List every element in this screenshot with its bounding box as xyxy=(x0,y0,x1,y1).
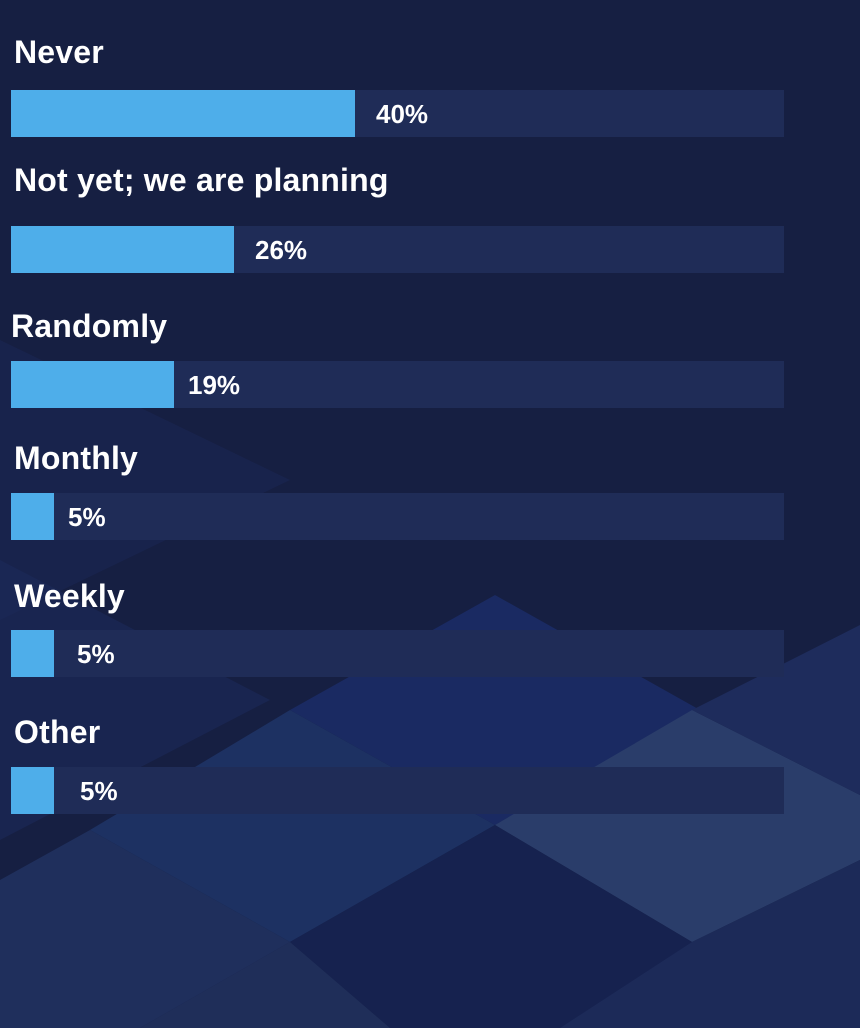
bar xyxy=(11,361,174,408)
category-label: Randomly xyxy=(11,308,168,344)
data-label: 19% xyxy=(188,370,241,400)
bar xyxy=(11,493,54,540)
category-label: Never xyxy=(14,34,104,70)
data-label: 5% xyxy=(80,776,118,806)
category-label: Monthly xyxy=(14,440,139,476)
bar xyxy=(11,767,54,814)
category-label: Not yet; we are planning xyxy=(14,162,389,198)
category-label: Weekly xyxy=(14,578,125,614)
data-label: 40% xyxy=(376,99,429,129)
bar-track: 5% xyxy=(11,493,784,540)
bar-track: 26% xyxy=(11,226,784,273)
data-label: 5% xyxy=(68,502,106,532)
bar-track: 19% xyxy=(11,361,784,408)
bar-track: 5% xyxy=(11,767,784,814)
bar-track: 40% xyxy=(11,90,784,137)
data-label: 26% xyxy=(255,235,308,265)
category-label: Other xyxy=(14,714,101,750)
data-label: 5% xyxy=(77,639,115,669)
bar-track: 5% xyxy=(11,630,784,677)
bar xyxy=(11,226,234,273)
bar xyxy=(11,630,54,677)
bar xyxy=(11,90,355,137)
